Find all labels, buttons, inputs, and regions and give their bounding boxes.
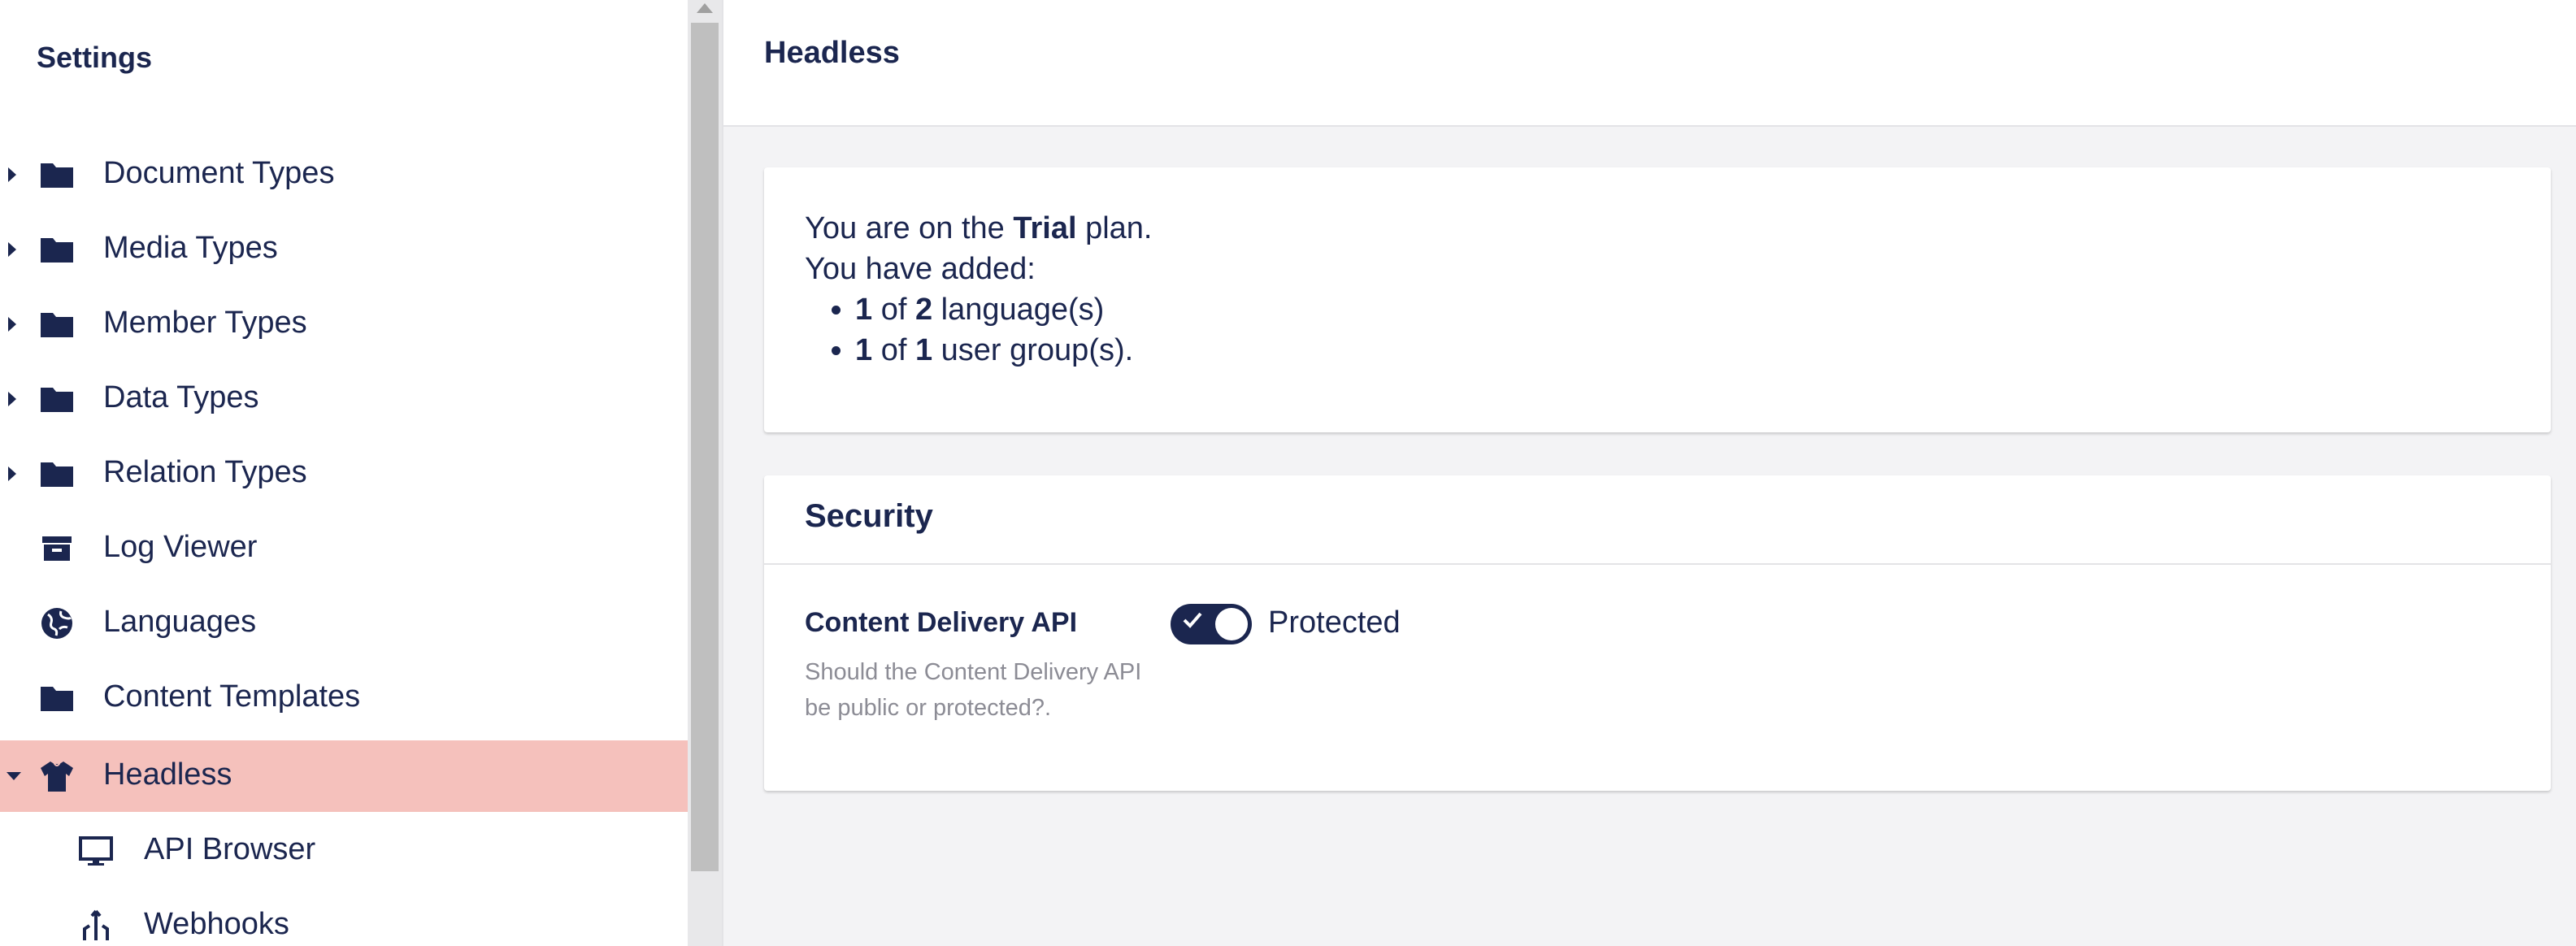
sidebar-item-label: Content Templates bbox=[103, 679, 361, 714]
groups-max: 1 bbox=[914, 333, 933, 367]
plan-suffix: plan. bbox=[1076, 211, 1153, 245]
protected-toggle[interactable] bbox=[1171, 604, 1252, 644]
scroll-up-arrow-icon[interactable] bbox=[697, 3, 713, 13]
plan-info: You are on the Trial plan. You have adde… bbox=[805, 208, 1153, 371]
webhook-icon bbox=[78, 908, 114, 944]
folder-icon bbox=[39, 381, 75, 417]
groups-suffix: user group(s). bbox=[932, 333, 1134, 367]
collapse-caret-icon[interactable] bbox=[7, 772, 21, 780]
sidebar-item-data-types[interactable]: Data Types bbox=[0, 363, 688, 435]
toggle-knob bbox=[1215, 608, 1248, 640]
headless-icon bbox=[39, 758, 75, 794]
folder-icon bbox=[39, 157, 75, 193]
sidebar-item-languages[interactable]: Languages bbox=[0, 588, 688, 659]
expand-caret-icon[interactable] bbox=[8, 392, 16, 406]
expand-caret-icon[interactable] bbox=[8, 167, 16, 182]
sidebar-item-content-templates[interactable]: Content Templates bbox=[0, 662, 688, 734]
monitor-icon bbox=[78, 833, 114, 869]
sidebar-item-label: Relation Types bbox=[103, 455, 307, 489]
sidebar-item-relation-types[interactable]: Relation Types bbox=[0, 438, 688, 510]
usage-list: 1 of 2 language(s) 1 of 1 user group(s). bbox=[805, 289, 1153, 371]
languages-used: 1 bbox=[855, 293, 873, 327]
list-item: 1 of 2 language(s) bbox=[855, 289, 1153, 330]
sidebar-item-api-browser[interactable]: API Browser bbox=[0, 815, 688, 887]
folder-icon bbox=[39, 232, 75, 267]
sidebar-item-media-types[interactable]: Media Types bbox=[0, 214, 688, 285]
check-icon bbox=[1183, 612, 1202, 628]
folder-icon bbox=[39, 680, 75, 716]
sidebar-item-log-viewer[interactable]: Log Viewer bbox=[0, 513, 688, 584]
sidebar-scrollbar[interactable] bbox=[688, 0, 722, 946]
languages-suffix: language(s) bbox=[932, 293, 1105, 327]
groups-used: 1 bbox=[855, 333, 873, 367]
sidebar-title: Settings bbox=[37, 41, 153, 74]
divider bbox=[722, 0, 723, 946]
sidebar-item-document-types[interactable]: Document Types bbox=[0, 139, 688, 210]
sidebar-item-webhooks[interactable]: Webhooks bbox=[0, 890, 688, 946]
security-header: Security bbox=[764, 475, 2551, 565]
expand-caret-icon[interactable] bbox=[8, 317, 16, 332]
sidebar-item-label: Media Types bbox=[103, 231, 278, 265]
folder-icon bbox=[39, 306, 75, 342]
list-item: 1 of 1 user group(s). bbox=[855, 330, 1153, 371]
expand-caret-icon[interactable] bbox=[8, 466, 16, 481]
sidebar-item-headless[interactable]: Headless bbox=[0, 740, 688, 812]
sidebar-item-member-types[interactable]: Member Types bbox=[0, 289, 688, 360]
content-delivery-api-label: Content Delivery API bbox=[805, 607, 1078, 638]
globe-icon bbox=[39, 605, 75, 641]
content-delivery-api-description: Should the Content Delivery API be publi… bbox=[805, 659, 1142, 721]
sidebar-item-label: Log Viewer bbox=[103, 530, 258, 564]
of-text: of bbox=[872, 333, 915, 367]
sidebar-item-label: Document Types bbox=[103, 156, 335, 190]
sidebar-item-label: Data Types bbox=[103, 380, 259, 414]
toggle-label: Protected bbox=[1268, 605, 1401, 640]
archive-icon bbox=[39, 531, 75, 566]
sidebar-item-label: Member Types bbox=[103, 306, 307, 340]
sidebar: Settings Document Types Media Types Memb… bbox=[0, 0, 688, 946]
plan-line: You are on the Trial plan. bbox=[805, 208, 1153, 249]
plan-card: You are on the Trial plan. You have adde… bbox=[764, 167, 2551, 432]
security-card: Security Content Delivery API Should the… bbox=[764, 475, 2551, 791]
sidebar-item-label: Headless bbox=[103, 757, 232, 792]
scrollbar-thumb[interactable] bbox=[691, 23, 719, 871]
sidebar-item-label: API Browser bbox=[144, 832, 316, 866]
expand-caret-icon[interactable] bbox=[8, 242, 16, 257]
plan-prefix: You are on the bbox=[805, 211, 1014, 245]
sidebar-item-label: Languages bbox=[103, 605, 257, 639]
main-header: Headless bbox=[723, 0, 2576, 127]
of-text: of bbox=[872, 293, 915, 327]
page-title: Headless bbox=[764, 36, 900, 70]
folder-icon bbox=[39, 456, 75, 492]
plan-name: Trial bbox=[1013, 211, 1077, 245]
languages-max: 2 bbox=[914, 293, 933, 327]
security-title: Security bbox=[805, 498, 933, 534]
sidebar-item-label: Webhooks bbox=[144, 907, 289, 941]
usage-intro: You have added: bbox=[805, 252, 1036, 286]
